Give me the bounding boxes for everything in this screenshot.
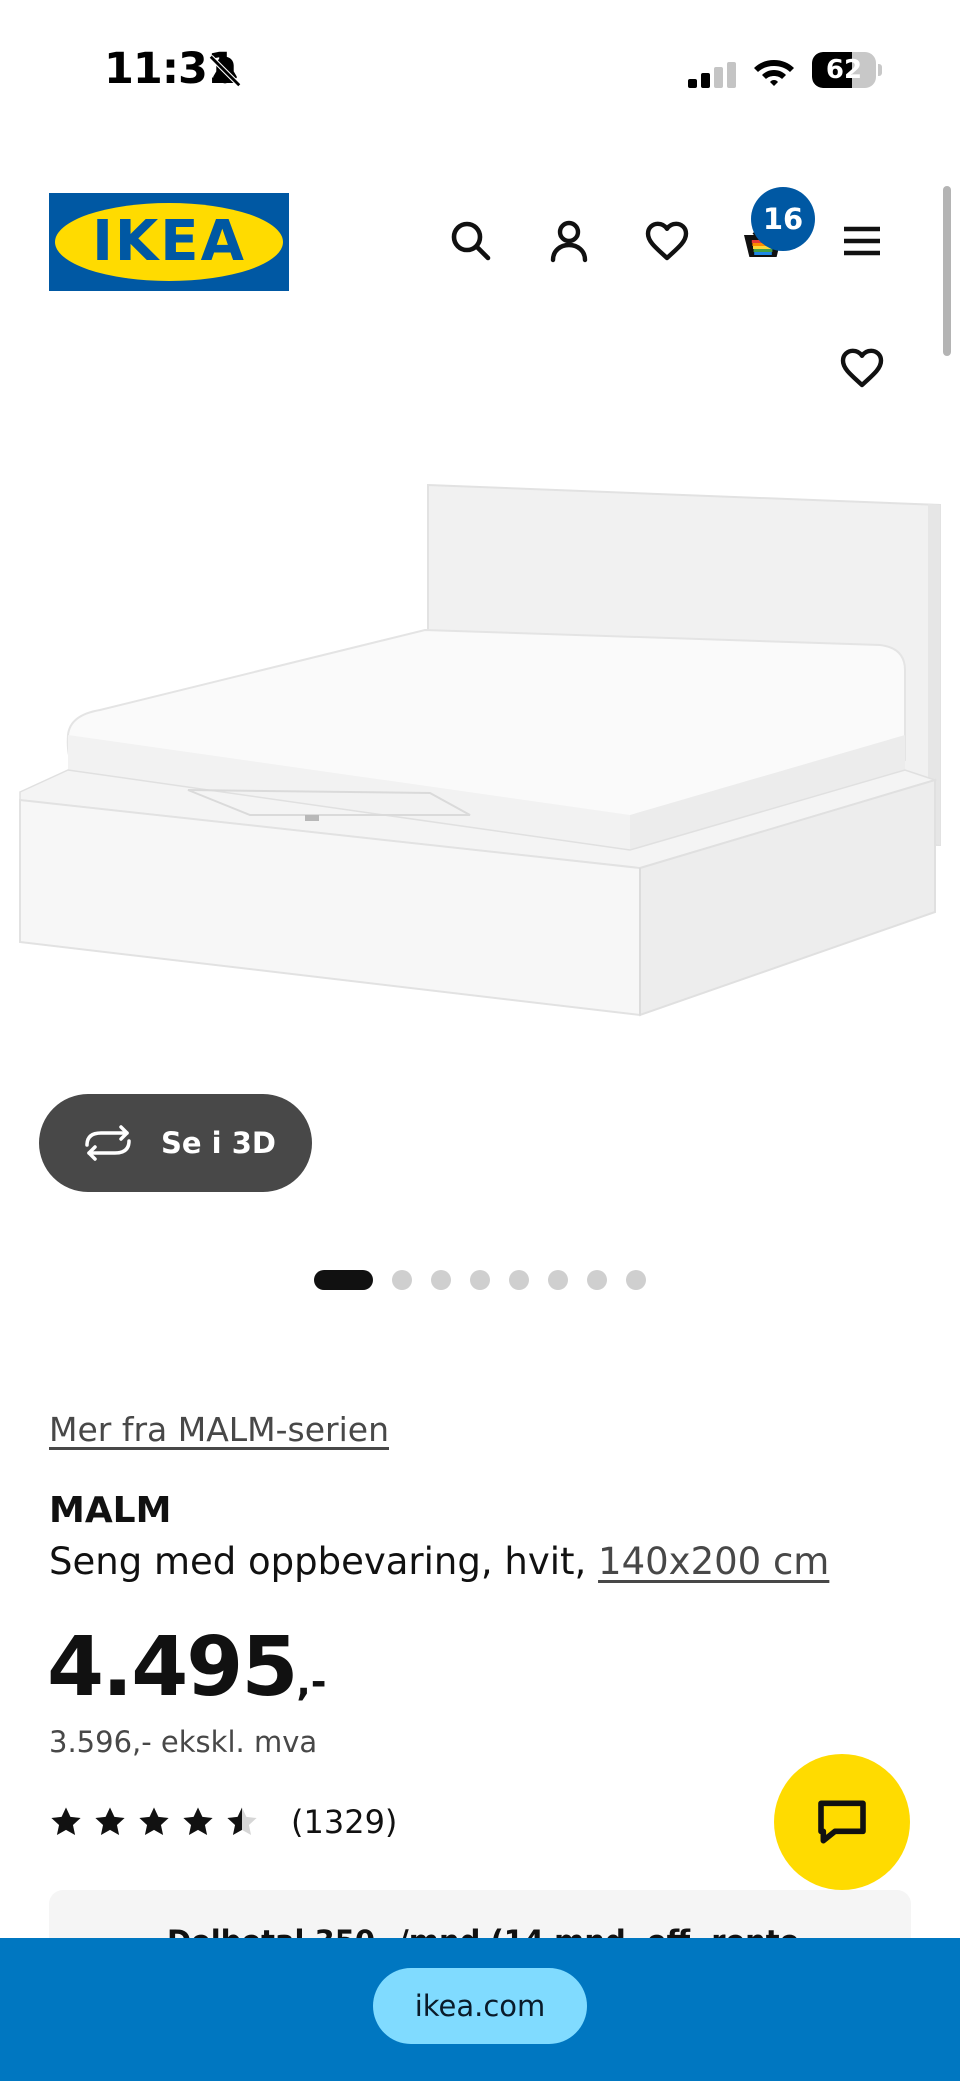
series-link[interactable]: Mer fra MALM-serien [49,1410,389,1449]
account-icon [550,220,588,263]
price-amount: 4.495 [47,1620,298,1715]
rating-count: (1329) [291,1803,398,1841]
star-full-icon [95,1807,125,1836]
heart-icon [645,221,689,261]
star-full-icon [183,1807,213,1836]
account-button[interactable] [541,213,597,269]
product-image[interactable] [0,470,960,1030]
search-button[interactable] [443,213,499,269]
pagination-dot[interactable] [431,1270,451,1290]
pagination-dot[interactable] [587,1270,607,1290]
rotate-3d-icon [85,1125,131,1161]
pagination-dot[interactable] [392,1270,412,1290]
pagination-dot[interactable] [548,1270,568,1290]
view-in-3d-button[interactable]: Se i 3D [39,1094,312,1192]
browser-address-bar: ikea.com [0,1938,960,2081]
add-to-favourites-button[interactable] [832,338,892,398]
pagination-dot[interactable] [626,1270,646,1290]
search-icon [451,221,491,261]
scrollbar[interactable] [943,186,951,356]
pagination-dot[interactable] [470,1270,490,1290]
menu-button[interactable] [834,213,890,269]
rating-stars [49,1805,269,1839]
wifi-icon [754,60,794,86]
pagination-dot-active[interactable] [314,1270,373,1290]
battery-indicator: 62 [812,52,882,88]
url-field[interactable]: ikea.com [373,1968,587,2044]
chat-button[interactable] [774,1754,910,1890]
star-full-icon [51,1807,81,1836]
gallery-pagination [314,1269,665,1291]
battery-percent: 62 [825,55,863,85]
ikea-logo[interactable]: IKEA [49,193,289,291]
pagination-dot[interactable] [509,1270,529,1290]
menu-icon [844,226,880,256]
cart-count-badge: 16 [751,187,815,251]
price-suffix: ,- [296,1660,327,1704]
heart-icon [840,348,884,388]
chat-icon [818,1800,866,1844]
product-description-text: Seng med oppbevaring, hvit, [49,1540,599,1583]
bell-slash-icon [208,54,242,88]
rating[interactable]: (1329) [49,1800,397,1844]
logo-text: IKEA [92,209,246,274]
star-full-icon [139,1807,169,1836]
star-half-icon [227,1807,257,1836]
favourites-button[interactable] [639,213,695,269]
view-in-3d-label: Se i 3D [161,1126,276,1160]
status-bar: 11:31 62 [0,0,960,140]
price: 4.495 ,- [47,1620,327,1715]
size-link[interactable]: 140x200 cm [598,1540,829,1583]
cellular-signal-icon [688,62,736,88]
product-description: Seng med oppbevaring, hvit, 140x200 cm [49,1540,829,1583]
product-name: MALM [49,1490,172,1531]
price-excl-vat: 3.596,- ekskl. mva [49,1725,318,1759]
